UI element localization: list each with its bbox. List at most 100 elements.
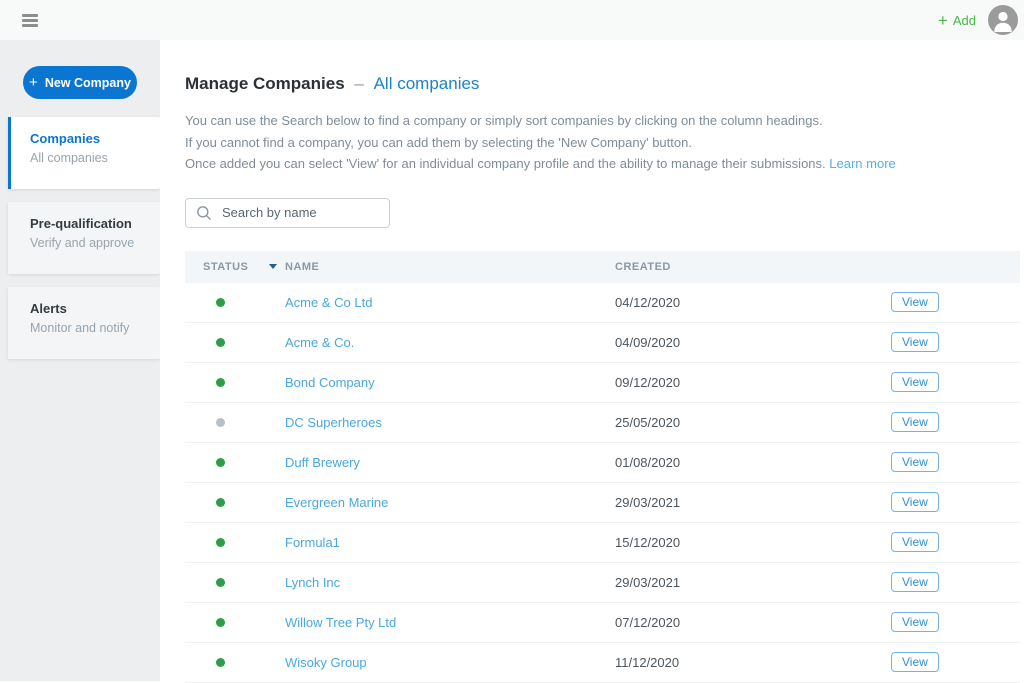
sidebar-item-label: Pre-qualification (30, 216, 160, 231)
search-input[interactable] (220, 204, 379, 221)
status-cell (185, 498, 285, 507)
action-cell: View (891, 572, 1020, 592)
company-name-link[interactable]: DC Superheroes (285, 415, 382, 430)
status-dot (216, 378, 225, 387)
company-name-link[interactable]: Acme & Co. (285, 335, 354, 350)
title-separator: – (354, 74, 363, 93)
view-button[interactable]: View (891, 372, 939, 392)
name-cell: DC Superheroes (285, 415, 615, 430)
table-row: Acme & Co Ltd 04/12/2020 View (185, 283, 1020, 323)
intro-line-2: If you cannot find a company, you can ad… (185, 132, 1024, 154)
column-header-status[interactable]: STATUS (185, 261, 285, 273)
new-company-button-label: New Company (45, 76, 131, 90)
created-date: 25/05/2020 (615, 415, 891, 430)
status-cell (185, 298, 285, 307)
sidebar-item-sublabel: All companies (30, 151, 160, 165)
created-date: 04/09/2020 (615, 335, 891, 350)
table-header: STATUS NAME CREATED (185, 251, 1020, 283)
status-cell (185, 378, 285, 387)
plus-icon: + (938, 12, 948, 29)
main-content: Manage Companies – All companies You can… (160, 40, 1024, 681)
action-cell: View (891, 332, 1020, 352)
action-cell: View (891, 612, 1020, 632)
page-title-text: Manage Companies (185, 74, 345, 93)
add-button[interactable]: + Add (938, 12, 976, 29)
status-dot (216, 658, 225, 667)
table-body: Acme & Co Ltd 04/12/2020 View Acme & Co.… (185, 283, 1020, 683)
sidebar-item-pre-qualification[interactable]: Pre-qualification Verify and approve (8, 202, 160, 274)
status-cell (185, 418, 285, 427)
search-icon (196, 205, 212, 221)
table-row: Wisoky Group 11/12/2020 View (185, 643, 1020, 683)
column-header-name[interactable]: NAME (285, 261, 615, 273)
company-name-link[interactable]: Bond Company (285, 375, 375, 390)
table-row: Duff Brewery 01/08/2020 View (185, 443, 1020, 483)
view-button[interactable]: View (891, 612, 939, 632)
plus-icon: + (29, 75, 38, 90)
top-bar: + Add (0, 0, 1024, 40)
sort-arrow-icon (269, 264, 277, 269)
status-cell (185, 458, 285, 467)
name-cell: Evergreen Marine (285, 495, 615, 510)
sidebar-item-sublabel: Monitor and notify (30, 321, 160, 335)
view-button[interactable]: View (891, 412, 939, 432)
status-dot (216, 538, 225, 547)
sidebar: + New Company Companies All companies Pr… (0, 40, 160, 681)
table-row: Willow Tree Pty Ltd 07/12/2020 View (185, 603, 1020, 643)
action-cell: View (891, 372, 1020, 392)
company-name-link[interactable]: Formula1 (285, 535, 340, 550)
sidebar-item-label: Alerts (30, 301, 160, 316)
topbar-right: + Add (938, 5, 1018, 35)
name-cell: Willow Tree Pty Ltd (285, 615, 615, 630)
breadcrumb-current[interactable]: All companies (374, 74, 480, 93)
hamburger-menu-icon[interactable] (20, 8, 40, 33)
table-row: Bond Company 09/12/2020 View (185, 363, 1020, 403)
status-cell (185, 618, 285, 627)
intro-text: You can use the Search below to find a c… (185, 110, 1024, 175)
company-name-link[interactable]: Acme & Co Ltd (285, 295, 372, 310)
companies-table: STATUS NAME CREATED Acme & Co Ltd 04/12/… (185, 251, 1020, 683)
status-cell (185, 578, 285, 587)
status-cell (185, 338, 285, 347)
company-name-link[interactable]: Willow Tree Pty Ltd (285, 615, 396, 630)
view-button[interactable]: View (891, 492, 939, 512)
name-cell: Lynch Inc (285, 575, 615, 590)
company-name-link[interactable]: Lynch Inc (285, 575, 340, 590)
search-box (185, 198, 390, 228)
view-button[interactable]: View (891, 572, 939, 592)
action-cell: View (891, 652, 1020, 672)
new-company-button[interactable]: + New Company (23, 66, 137, 99)
learn-more-link[interactable]: Learn more (829, 156, 895, 171)
intro-line-1: You can use the Search below to find a c… (185, 110, 1024, 132)
table-row: Formula1 15/12/2020 View (185, 523, 1020, 563)
view-button[interactable]: View (891, 452, 939, 472)
table-row: Lynch Inc 29/03/2021 View (185, 563, 1020, 603)
view-button[interactable]: View (891, 292, 939, 312)
status-dot (216, 298, 225, 307)
name-cell: Wisoky Group (285, 655, 615, 670)
column-header-created[interactable]: CREATED (615, 261, 891, 273)
company-name-link[interactable]: Wisoky Group (285, 655, 367, 670)
action-cell: View (891, 492, 1020, 512)
status-dot (216, 578, 225, 587)
created-date: 15/12/2020 (615, 535, 891, 550)
action-cell: View (891, 452, 1020, 472)
avatar[interactable] (988, 5, 1018, 35)
view-button[interactable]: View (891, 332, 939, 352)
status-dot (216, 338, 225, 347)
action-cell: View (891, 292, 1020, 312)
company-name-link[interactable]: Evergreen Marine (285, 495, 388, 510)
sidebar-item-companies[interactable]: Companies All companies (8, 117, 160, 189)
view-button[interactable]: View (891, 652, 939, 672)
sidebar-nav: Companies All companies Pre-qualificatio… (0, 117, 160, 359)
intro-line-3: Once added you can select 'View' for an … (185, 153, 1024, 175)
status-dot (216, 458, 225, 467)
company-name-link[interactable]: Duff Brewery (285, 455, 360, 470)
created-date: 11/12/2020 (615, 655, 891, 670)
user-icon (988, 5, 1018, 35)
status-dot (216, 618, 225, 627)
view-button[interactable]: View (891, 532, 939, 552)
created-date: 01/08/2020 (615, 455, 891, 470)
name-cell: Duff Brewery (285, 455, 615, 470)
sidebar-item-alerts[interactable]: Alerts Monitor and notify (8, 287, 160, 359)
